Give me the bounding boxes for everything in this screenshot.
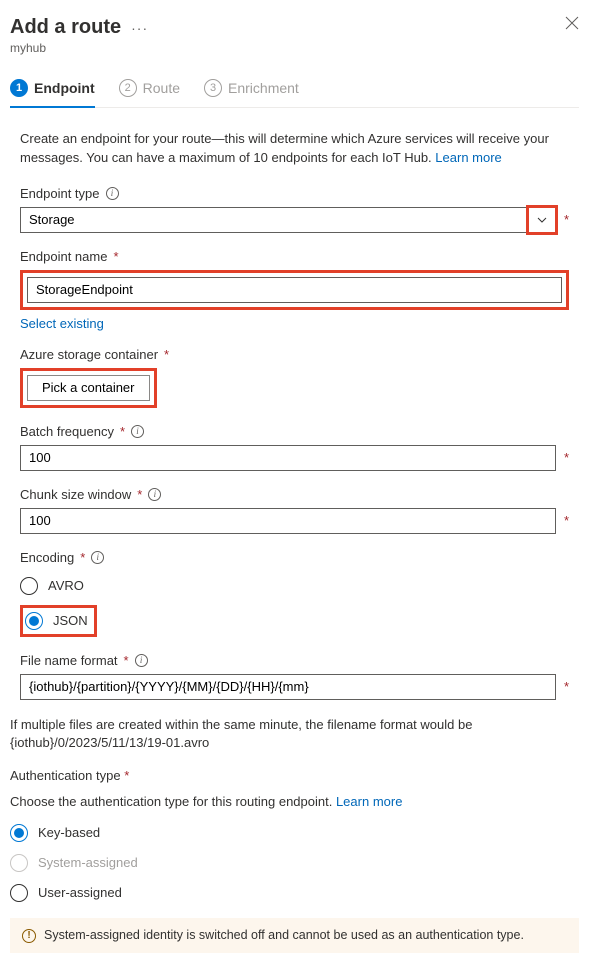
- tab-endpoint-label: Endpoint: [34, 80, 95, 96]
- auth-user-option[interactable]: User-assigned: [10, 882, 579, 904]
- encoding-json-radio[interactable]: [25, 612, 43, 630]
- auth-system-radio: [10, 854, 28, 872]
- panel-header: Add a route ···: [10, 16, 579, 39]
- more-icon[interactable]: ···: [131, 20, 148, 36]
- tab-endpoint[interactable]: 1 Endpoint: [10, 73, 95, 107]
- required-indicator: *: [124, 768, 129, 783]
- tab-enrichment[interactable]: 3 Enrichment: [204, 73, 299, 107]
- auth-key-label: Key-based: [38, 825, 100, 840]
- encoding-avro-label: AVRO: [48, 578, 84, 593]
- step-badge-1: 1: [10, 79, 28, 97]
- auth-type-heading: Authentication type *: [10, 768, 579, 783]
- auth-user-radio[interactable]: [10, 884, 28, 902]
- field-chunk-size: Chunk size window * i *: [20, 487, 569, 534]
- hub-name: myhub: [10, 41, 579, 55]
- chunk-size-input[interactable]: [20, 508, 556, 534]
- select-existing-link[interactable]: Select existing: [20, 316, 104, 331]
- required-indicator: *: [80, 550, 85, 565]
- auth-learn-more-link[interactable]: Learn more: [336, 794, 402, 809]
- chunk-size-label: Chunk size window: [20, 487, 131, 502]
- info-icon[interactable]: i: [106, 187, 119, 200]
- required-indicator: *: [113, 249, 118, 264]
- required-indicator: *: [564, 450, 569, 465]
- encoding-json-option[interactable]: JSON: [25, 610, 88, 632]
- field-endpoint-name: Endpoint name * Select existing: [20, 249, 569, 331]
- form-body: Create an endpoint for your route—this w…: [10, 130, 579, 700]
- batch-frequency-label: Batch frequency: [20, 424, 114, 439]
- required-indicator: *: [137, 487, 142, 502]
- info-icon[interactable]: i: [91, 551, 104, 564]
- info-icon[interactable]: i: [131, 425, 144, 438]
- storage-container-label: Azure storage container: [20, 347, 158, 362]
- required-indicator: *: [120, 424, 125, 439]
- field-endpoint-type: Endpoint type i *: [20, 186, 569, 233]
- learn-more-link[interactable]: Learn more: [435, 150, 501, 165]
- auth-system-label: System-assigned: [38, 855, 138, 870]
- required-indicator: *: [564, 679, 569, 694]
- file-format-note: If multiple files are created within the…: [10, 716, 579, 752]
- step-badge-2: 2: [119, 79, 137, 97]
- file-format-label: File name format: [20, 653, 118, 668]
- field-storage-container: Azure storage container * Pick a contain…: [20, 347, 569, 408]
- batch-frequency-input[interactable]: [20, 445, 556, 471]
- encoding-avro-radio[interactable]: [20, 577, 38, 595]
- info-icon[interactable]: i: [135, 654, 148, 667]
- encoding-label: Encoding: [20, 550, 74, 565]
- pick-container-button[interactable]: Pick a container: [27, 375, 150, 401]
- tab-route-label: Route: [143, 80, 180, 96]
- auth-desc: Choose the authentication type for this …: [10, 793, 579, 812]
- auth-desc-text: Choose the authentication type for this …: [10, 794, 336, 809]
- intro-text: Create an endpoint for your route—this w…: [20, 130, 569, 168]
- endpoint-name-input[interactable]: [27, 277, 562, 303]
- field-batch-frequency: Batch frequency * i *: [20, 424, 569, 471]
- wizard-tabs: 1 Endpoint 2 Route 3 Enrichment: [10, 73, 579, 108]
- tab-route[interactable]: 2 Route: [119, 73, 180, 107]
- endpoint-type-select[interactable]: [20, 207, 556, 233]
- auth-system-option: System-assigned: [10, 852, 579, 874]
- field-file-format: File name format * i *: [20, 653, 569, 700]
- auth-type-label: Authentication type: [10, 768, 121, 783]
- encoding-json-label: JSON: [53, 613, 88, 628]
- auth-key-option[interactable]: Key-based: [10, 822, 579, 844]
- required-indicator: *: [164, 347, 169, 362]
- auth-radio-group: Key-based System-assigned User-assigned: [10, 822, 579, 904]
- encoding-avro-option[interactable]: AVRO: [20, 575, 569, 597]
- page-title: Add a route: [10, 16, 121, 39]
- info-icon[interactable]: i: [148, 488, 161, 501]
- endpoint-name-label: Endpoint name: [20, 249, 107, 264]
- endpoint-type-label: Endpoint type: [20, 186, 100, 201]
- tab-enrichment-label: Enrichment: [228, 80, 299, 96]
- auth-user-label: User-assigned: [38, 885, 122, 900]
- warning-text: System-assigned identity is switched off…: [44, 928, 524, 942]
- warning-banner: ! System-assigned identity is switched o…: [10, 918, 579, 953]
- required-indicator: *: [124, 653, 129, 668]
- required-indicator: *: [564, 513, 569, 528]
- field-encoding: Encoding * i AVRO JSON: [20, 550, 569, 637]
- close-icon[interactable]: [565, 16, 579, 33]
- auth-key-radio[interactable]: [10, 824, 28, 842]
- warning-icon: !: [22, 929, 36, 943]
- required-indicator: *: [564, 212, 569, 227]
- step-badge-3: 3: [204, 79, 222, 97]
- file-format-input[interactable]: [20, 674, 556, 700]
